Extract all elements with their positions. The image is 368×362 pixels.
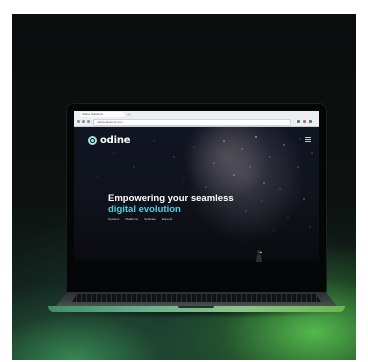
laptop-lid: Odine Solutions odinesolutions.com odine… — [67, 104, 326, 293]
more-icon[interactable] — [309, 120, 312, 123]
hamburger-menu-icon[interactable] — [305, 137, 311, 142]
tag-item: Experts — [162, 217, 173, 221]
reload-icon[interactable] — [87, 120, 90, 123]
logo-mark-icon — [88, 135, 97, 145]
extension-icon[interactable] — [303, 120, 306, 123]
address-bar[interactable]: odinesolutions.com — [93, 119, 291, 126]
hero-title-line2: digital evolution — [108, 204, 181, 215]
hero-foreground-silhouette — [74, 259, 319, 287]
laptop-keyboard — [72, 294, 321, 302]
browser-tab-title: Odine Solutions — [82, 112, 104, 116]
browser-nav-buttons — [77, 119, 91, 124]
hero-tags: Systems Platforms Software Experts — [108, 217, 278, 221]
laptop-shadow — [52, 312, 342, 318]
forward-icon[interactable] — [82, 120, 85, 123]
tag-item: Platforms — [125, 217, 139, 221]
tag-item: Software — [144, 217, 157, 221]
laptop-screen: Odine Solutions odinesolutions.com odine… — [74, 111, 319, 287]
browser-extension-icons — [295, 119, 315, 124]
logo-text: odine — [100, 134, 131, 146]
site-logo[interactable]: odine — [88, 133, 131, 147]
tag-item: Systems — [108, 217, 120, 221]
bookmark-icon[interactable] — [297, 120, 300, 123]
website-hero: odine Empowering your seamless digital e… — [74, 127, 319, 287]
laptop-photo: Odine Solutions odinesolutions.com odine… — [12, 14, 356, 360]
back-icon[interactable] — [77, 120, 80, 123]
browser-tab[interactable]: Odine Solutions — [80, 112, 124, 117]
address-bar-url: odinesolutions.com — [97, 120, 123, 124]
new-tab-button[interactable] — [127, 113, 131, 116]
laptop-open-notch — [178, 306, 214, 308]
browser-toolbar: Odine Solutions odinesolutions.com — [74, 111, 319, 127]
hero-headline: Empowering your seamless digital evoluti… — [108, 193, 278, 221]
hero-title-line1: Empowering your seamless — [108, 193, 234, 204]
person-silhouette-icon — [256, 250, 262, 262]
